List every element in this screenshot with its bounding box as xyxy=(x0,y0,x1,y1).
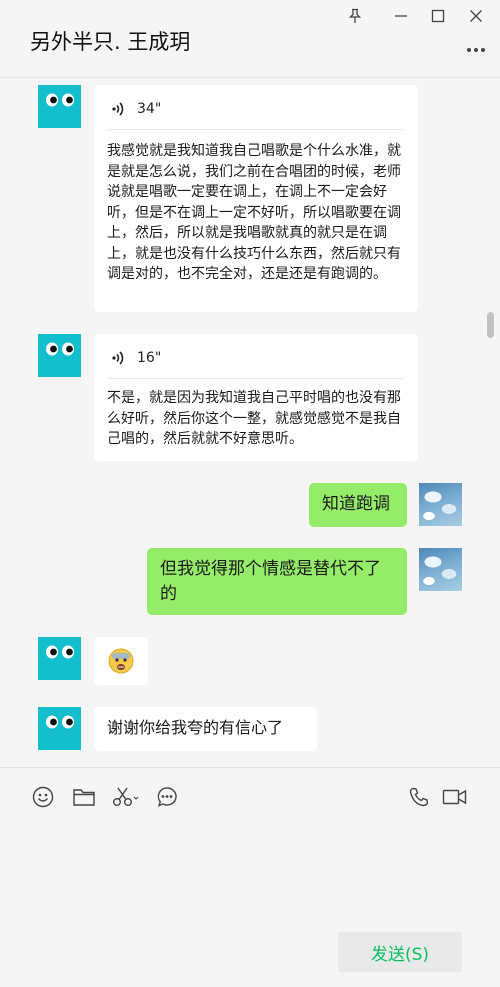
send-button[interactable]: 发送(S) xyxy=(338,932,462,972)
voice-transcript: 不是，就是因为我知道我自己平时唱的也没有那么好听，然后你这个一整，就感觉感觉不是… xyxy=(107,390,401,447)
voice-wave-icon xyxy=(112,351,124,365)
voice-duration: 16" xyxy=(137,349,162,366)
sent-message-bubble[interactable]: 但我觉得那个情感是替代不了的 xyxy=(147,548,407,615)
contact-avatar[interactable] xyxy=(38,637,81,680)
contact-avatar[interactable] xyxy=(38,85,81,128)
sky-photo xyxy=(419,483,462,526)
received-message-bubble[interactable]: 谢谢你给我夸的有信心了 xyxy=(94,707,317,751)
voice-wave-icon xyxy=(112,102,124,116)
input-panel: 发送(S) xyxy=(0,767,500,987)
voice-message[interactable]: 34" 我感觉就是我知道我自己唱歌是个什么水准，就是就是怎么说，我们之前在合唱团… xyxy=(94,85,418,312)
video-call-icon[interactable] xyxy=(442,784,468,810)
self-avatar[interactable] xyxy=(419,548,462,591)
self-avatar[interactable] xyxy=(419,483,462,526)
chat-header: 另外半只. 王成玥 xyxy=(0,0,500,78)
more-options-icon[interactable] xyxy=(464,40,488,60)
message-text: 但我觉得那个情感是替代不了的 xyxy=(160,559,381,604)
contact-avatar[interactable] xyxy=(38,334,81,377)
sent-message-bubble[interactable]: 知道跑调 xyxy=(309,483,407,527)
sky-photo xyxy=(419,548,462,591)
voice-duration: 34" xyxy=(137,100,162,117)
folder-icon[interactable] xyxy=(71,784,97,810)
divider xyxy=(107,129,404,130)
emoji-icon[interactable] xyxy=(30,784,56,810)
emoji-message[interactable]: 😨 xyxy=(94,637,148,685)
scissors-icon[interactable] xyxy=(111,784,141,810)
scared-face-emoji-icon xyxy=(108,648,134,674)
pin-icon[interactable] xyxy=(343,4,367,28)
minimize-icon[interactable] xyxy=(389,4,413,28)
voice-message[interactable]: 16" 不是，就是因为我知道我自己平时唱的也没有那么好听，然后你这个一整，就感觉… xyxy=(94,334,418,461)
close-icon[interactable] xyxy=(464,4,488,28)
scrollbar-thumb[interactable] xyxy=(487,312,494,338)
divider xyxy=(107,378,404,379)
message-list[interactable]: 34" 我感觉就是我知道我自己唱歌是个什么水准，就是就是怎么说，我们之前在合唱团… xyxy=(0,79,500,767)
chat-title: 另外半只. 王成玥 xyxy=(30,30,191,54)
voice-transcript: 我感觉就是我知道我自己唱歌是个什么水准，就是就是怎么说，我们之前在合唱团的时候，… xyxy=(107,143,401,282)
maximize-icon[interactable] xyxy=(426,4,450,28)
message-text: 谢谢你给我夸的有信心了 xyxy=(107,718,284,737)
chat-bubble-icon[interactable] xyxy=(154,784,180,810)
voice-play-row[interactable]: 16" xyxy=(111,348,161,368)
message-text: 知道跑调 xyxy=(322,494,390,514)
contact-avatar[interactable] xyxy=(38,707,81,750)
voice-play-row[interactable]: 34" xyxy=(111,99,161,119)
phone-icon[interactable] xyxy=(406,784,432,810)
